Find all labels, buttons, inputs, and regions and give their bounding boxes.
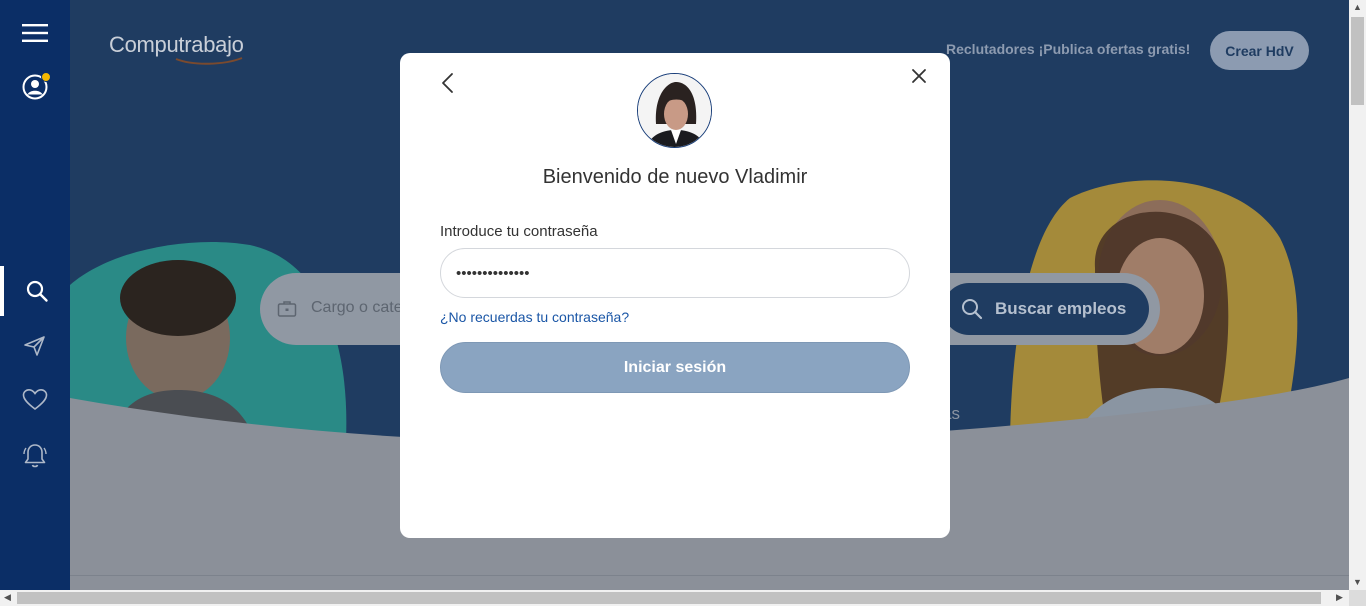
user-account-button[interactable] [0,62,70,112]
menu-icon [22,24,48,42]
scroll-left-arrow-icon[interactable]: ◀ [4,592,11,603]
scroll-up-arrow-icon[interactable]: ▲ [1353,2,1362,12]
sidebar [0,0,70,590]
close-button[interactable] [907,64,931,88]
back-button[interactable] [436,71,460,95]
sidebar-item-applications[interactable] [0,321,70,371]
avatar [637,73,712,148]
vertical-scrollbar-thumb[interactable] [1351,17,1364,105]
chevron-left-icon [442,73,453,93]
search-jobs-button[interactable]: Buscar empleos [943,283,1149,335]
scroll-right-arrow-icon[interactable]: ▶ [1336,592,1343,603]
briefcase-icon [277,301,297,317]
menu-button[interactable] [0,8,70,58]
close-icon [912,69,926,83]
send-icon [24,336,45,356]
recruiters-link[interactable]: Reclutadores ¡Publica ofertas gratis! [946,41,1190,57]
logo-swoosh-icon [175,57,243,65]
sidebar-item-favorites[interactable] [0,375,70,425]
forgot-password-link[interactable]: ¿No recuerdas tu contraseña? [440,309,629,325]
password-field[interactable] [440,248,910,298]
bell-icon [23,444,47,468]
heart-icon [22,388,48,411]
search-icon [26,280,48,302]
scrollbar-corner [1349,590,1366,606]
login-button[interactable]: Iniciar sesión [440,342,910,393]
horizontal-scrollbar-thumb[interactable] [17,592,1321,604]
notification-dot [41,72,51,82]
password-label: Introduce tu contraseña [440,223,598,240]
welcome-heading: Bienvenido de nuevo Vladimir [542,166,808,188]
sidebar-item-search[interactable] [0,266,70,316]
section-divider [70,575,1349,576]
job-search-input[interactable]: Cargo o cate [311,299,403,317]
sidebar-item-alerts[interactable] [0,431,70,481]
create-cv-button[interactable]: Crear HdV [1210,31,1309,70]
search-icon [962,299,983,320]
scroll-down-arrow-icon[interactable]: ▼ [1353,577,1362,587]
brand-logo[interactable]: Computrabajo [109,32,244,58]
search-jobs-label: Buscar empleos [995,299,1127,318]
